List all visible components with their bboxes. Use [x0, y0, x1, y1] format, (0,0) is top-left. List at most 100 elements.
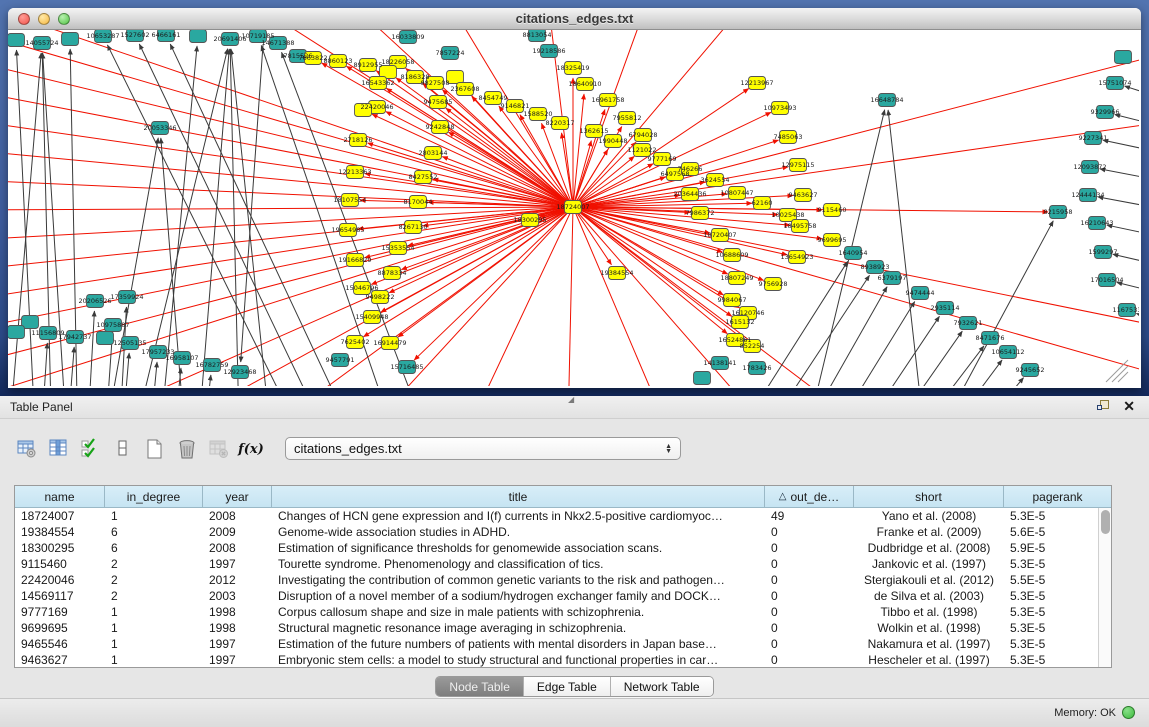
table-row[interactable]: 1938455462009Genome-wide association stu… [15, 524, 1111, 540]
graph-edge-black[interactable] [896, 331, 962, 386]
graph-edge-black[interactable] [1136, 313, 1139, 325]
graph-edge-black[interactable] [1103, 140, 1139, 154]
table-row[interactable]: 1872400712008Changes of HCN gene express… [15, 508, 1111, 524]
grid-gear-icon [16, 438, 38, 460]
resize-grip-icon[interactable] [1106, 360, 1128, 382]
graph-node-label: 2935114 [931, 304, 960, 312]
graph-edge-black[interactable] [128, 49, 228, 386]
graph-edge-red[interactable] [414, 207, 573, 360]
cell-year: 1997 [203, 556, 272, 572]
graph-edge-red [573, 207, 668, 386]
graph-edge-black[interactable] [770, 275, 869, 386]
table-scrollbar-thumb[interactable] [1101, 510, 1110, 534]
graph-edge-red[interactable] [449, 132, 573, 207]
graph-edge-black[interactable] [953, 360, 1002, 386]
graph-node[interactable] [190, 30, 207, 43]
graph-node-label: 17942737 [58, 333, 91, 341]
graph-node[interactable] [97, 332, 114, 345]
memory-status-icon[interactable] [1122, 706, 1135, 719]
column-header-pagerank[interactable]: pagerank [1004, 486, 1111, 507]
graph-node-label: 10975887 [96, 321, 129, 329]
column-header-indegree[interactable]: in_degree [105, 486, 203, 507]
graph-node[interactable] [8, 34, 25, 47]
graph-edge-black[interactable] [158, 46, 197, 386]
table-row[interactable]: 946554611997Estimation of the future num… [15, 636, 1111, 652]
table-selector-value: citations_edges.txt [294, 441, 665, 456]
new-row-button[interactable] [142, 436, 168, 462]
tab-network-table[interactable]: Network Table [611, 677, 713, 696]
resize-grip-icon[interactable] [1118, 372, 1128, 382]
window-titlebar[interactable]: citations_edges.txt [8, 8, 1141, 30]
delete-table-button[interactable] [206, 436, 232, 462]
show-columns-button[interactable] [46, 436, 72, 462]
table-row[interactable]: 946362711997Embryonic stem cells: a mode… [15, 652, 1111, 668]
graph-edge-black[interactable] [808, 287, 887, 386]
table-scrollbar[interactable] [1098, 508, 1111, 668]
graph-node-label: 1990448 [599, 137, 628, 145]
graph-node[interactable] [62, 33, 79, 46]
cell-short: de Silva et al. (2003) [854, 588, 1004, 604]
close-panel-icon[interactable]: ✕ [1123, 399, 1135, 413]
cell-title: Disruption of a novel member of a sodium… [272, 588, 765, 604]
column-header-title[interactable]: title [272, 486, 765, 507]
table-mode-button[interactable] [14, 436, 40, 462]
graph-edge-black[interactable] [838, 302, 915, 386]
network-canvas-svg: 1872400714055724106532871527602646616120… [8, 30, 1139, 386]
new-column-button[interactable] [110, 436, 136, 462]
cell-year: 2012 [203, 572, 272, 588]
table-row[interactable]: 969969511998Structural magnetic resonanc… [15, 620, 1111, 636]
delete-button[interactable] [174, 436, 200, 462]
green-checks-icon [80, 438, 102, 460]
panel-splitter-handle[interactable]: ◢ [568, 395, 574, 404]
graph-edge-red[interactable] [573, 207, 727, 334]
delete-table-icon [208, 438, 230, 460]
graph-edge-red[interactable] [573, 207, 744, 340]
cell-name: 18724007 [15, 508, 105, 524]
graph-edge-black[interactable] [803, 110, 885, 386]
cell-year: 2003 [203, 588, 272, 604]
table-row[interactable]: 1830029562008Estimation of significance … [15, 540, 1111, 556]
column-header-outde[interactable]: △out_de… [765, 486, 854, 507]
column-header-short[interactable]: short [854, 486, 1004, 507]
graph-node-label: 9699695 [818, 236, 847, 244]
graph-edge-red[interactable] [408, 207, 573, 246]
graph-edge-black[interactable] [42, 343, 47, 386]
table-selector-dropdown[interactable]: citations_edges.txt ▲▼ [285, 437, 681, 460]
tab-node-table[interactable]: Node Table [436, 677, 524, 696]
dropdown-arrows-icon: ▲▼ [665, 444, 672, 454]
graph-edge-black[interactable] [151, 362, 157, 386]
network-canvas[interactable]: 1872400714055724106532871527602646616120… [8, 30, 1139, 386]
graph-edge-black[interactable] [88, 311, 94, 386]
graph-edge-black[interactable] [1117, 282, 1139, 295]
graph-node[interactable] [1115, 51, 1132, 64]
graph-node-label: 19384554 [600, 269, 633, 277]
function-builder-button[interactable]: f(x) [238, 436, 264, 462]
column-header-name[interactable]: name [15, 486, 105, 507]
graph-edge-black[interactable] [1113, 254, 1139, 267]
graph-edge-black[interactable] [866, 316, 939, 386]
table-row[interactable]: 977716911998Corpus callosum shape and si… [15, 604, 1111, 620]
graph-edge-black[interactable] [1125, 86, 1139, 100]
select-all-columns-button[interactable] [78, 436, 104, 462]
graph-edge-black[interactable] [943, 221, 1053, 386]
float-panel-icon[interactable] [1097, 399, 1111, 413]
graph-edge-black[interactable] [205, 375, 211, 386]
tab-edge-table[interactable]: Edge Table [524, 677, 611, 696]
table-row[interactable]: 1456911722003Disruption of a novel membe… [15, 588, 1111, 604]
table-row[interactable]: 2242004622012Investigating the contribut… [15, 572, 1111, 588]
graph-edge-black[interactable] [198, 49, 229, 386]
graph-edge-black[interactable] [139, 44, 338, 386]
graph-edge-red [8, 207, 573, 240]
column-header-year[interactable]: year [203, 486, 272, 507]
graph-node-label: 9463627 [789, 191, 818, 199]
graph-edge-black[interactable] [230, 49, 240, 386]
graph-edge-black[interactable] [983, 378, 1024, 386]
graph-edge-red[interactable] [442, 157, 573, 207]
table-row[interactable]: 911546021997Tourette syndrome. Phenomeno… [15, 556, 1111, 572]
graph-node[interactable] [694, 372, 711, 385]
graph-edge-black[interactable] [241, 45, 263, 362]
graph-node-label: 16033809 [391, 33, 424, 41]
graph-node-label: 20206526 [78, 297, 111, 305]
graph-edge-black[interactable] [1107, 225, 1139, 238]
graph-node[interactable] [8, 326, 25, 339]
